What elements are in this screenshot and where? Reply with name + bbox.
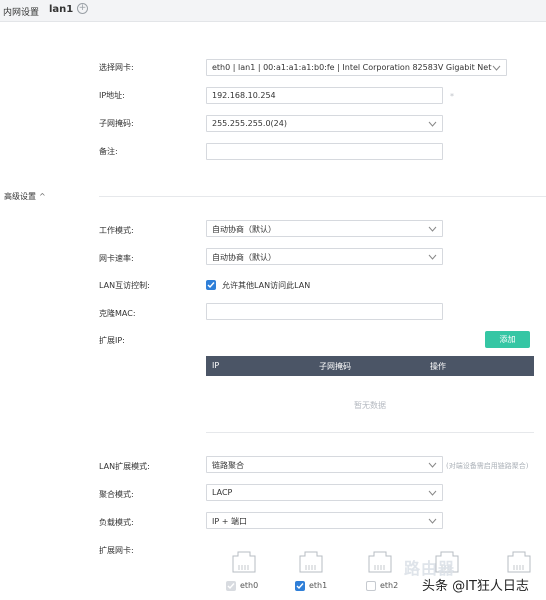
ext-ip-label: 扩展IP: bbox=[99, 336, 125, 345]
lan-ext-mode-hint: (对端设备需启用链路聚合) bbox=[446, 462, 529, 470]
add-tab-icon[interactable]: + bbox=[77, 3, 88, 14]
add-button[interactable]: 添加 bbox=[485, 331, 530, 348]
nic-select[interactable]: eth0 | lan1 | 00:a1:a1:a1:b0:fe | Intel … bbox=[206, 59, 507, 76]
mask-value: 255.255.255.0(24) bbox=[212, 119, 287, 128]
title-bar: 内网设置 lan1 + bbox=[0, 0, 546, 22]
ip-label: IP地址: bbox=[99, 91, 125, 100]
note-input[interactable] bbox=[206, 143, 443, 160]
page-title: 内网设置 bbox=[3, 8, 40, 18]
ext-nic-label: 扩展网卡: bbox=[99, 546, 134, 555]
nic-label: 选择网卡: bbox=[99, 63, 134, 72]
ext-ip-table-header: IP 子网掩码 操作 bbox=[206, 356, 534, 376]
agg-mode-select[interactable]: LACP bbox=[206, 484, 443, 501]
note-label: 备注: bbox=[99, 147, 118, 156]
lan-ext-mode-value: 链路聚合 bbox=[212, 461, 244, 470]
table-header-ip: IP bbox=[212, 361, 220, 370]
mask-select[interactable]: 255.255.255.0(24) bbox=[206, 115, 443, 132]
load-mode-value: IP + 端口 bbox=[212, 517, 247, 526]
chevron-down-icon bbox=[428, 462, 437, 468]
port-eth1-checkbox[interactable] bbox=[295, 581, 305, 591]
chevron-down-icon bbox=[428, 518, 437, 524]
agg-mode-value: LACP bbox=[212, 488, 233, 497]
port-eth1-label: eth1 bbox=[309, 581, 328, 590]
work-mode-label: 工作模式: bbox=[99, 226, 134, 235]
lan-access-checkbox[interactable] bbox=[206, 280, 216, 290]
chevron-down-icon bbox=[428, 121, 437, 127]
watermark-text: 头条 @IT狂人日志 bbox=[422, 579, 529, 594]
check-icon bbox=[207, 282, 215, 289]
mask-label: 子网掩码: bbox=[99, 119, 134, 128]
load-mode-select[interactable]: IP + 端口 bbox=[206, 512, 443, 529]
ethernet-port-icon bbox=[368, 551, 392, 573]
check-icon bbox=[296, 583, 304, 590]
table-header-action: 操作 bbox=[430, 362, 446, 371]
port-eth0-checkbox[interactable] bbox=[226, 581, 236, 591]
required-mark: * bbox=[450, 92, 454, 101]
advanced-toggle[interactable]: 高级设置 ^ bbox=[4, 191, 46, 202]
section-divider bbox=[99, 196, 546, 197]
advanced-label: 高级设置 bbox=[4, 192, 36, 201]
speed-value: 自动协商（默认） bbox=[212, 253, 276, 262]
ext-ip-table-empty: 暂无数据 bbox=[206, 376, 534, 433]
ethernet-port-icon bbox=[232, 551, 256, 573]
lan-access-label: LAN互访控制: bbox=[99, 281, 150, 290]
ip-value: 192.168.10.254 bbox=[212, 91, 276, 100]
nic-value: eth0 | lan1 | 00:a1:a1:a1:b0:fe | Intel … bbox=[212, 63, 492, 72]
interface-name: lan1 bbox=[49, 4, 74, 15]
port-eth2-checkbox[interactable] bbox=[366, 581, 376, 591]
chevron-down-icon bbox=[428, 226, 437, 232]
chevron-up-icon: ^ bbox=[39, 192, 46, 201]
ip-input[interactable]: 192.168.10.254 bbox=[206, 87, 443, 104]
table-header-mask: 子网掩码 bbox=[319, 362, 351, 371]
clone-mac-input[interactable] bbox=[206, 303, 443, 320]
speed-label: 网卡速率: bbox=[99, 254, 134, 263]
ethernet-port-icon bbox=[299, 551, 323, 573]
chevron-down-icon bbox=[428, 490, 437, 496]
empty-text: 暂无数据 bbox=[354, 401, 386, 410]
work-mode-value: 自动协商（默认） bbox=[212, 225, 276, 234]
speed-select[interactable]: 自动协商（默认） bbox=[206, 248, 443, 265]
lan-ext-mode-label: LAN扩展模式: bbox=[99, 462, 150, 471]
agg-mode-label: 聚合模式: bbox=[99, 490, 134, 499]
port-eth0-label: eth0 bbox=[240, 581, 259, 590]
lan-ext-mode-select[interactable]: 链路聚合 bbox=[206, 456, 443, 473]
work-mode-select[interactable]: 自动协商（默认） bbox=[206, 220, 443, 237]
load-mode-label: 负载模式: bbox=[99, 518, 134, 527]
check-icon bbox=[227, 583, 235, 590]
watermark: 路由器 头条 @IT狂人日志 bbox=[404, 555, 546, 600]
chevron-down-icon bbox=[492, 65, 501, 71]
clone-mac-label: 克隆MAC: bbox=[99, 309, 136, 318]
lan-access-checkbox-label: 允许其他LAN访问此LAN bbox=[222, 281, 311, 290]
port-eth2-label: eth2 bbox=[380, 581, 399, 590]
chevron-down-icon bbox=[428, 254, 437, 260]
